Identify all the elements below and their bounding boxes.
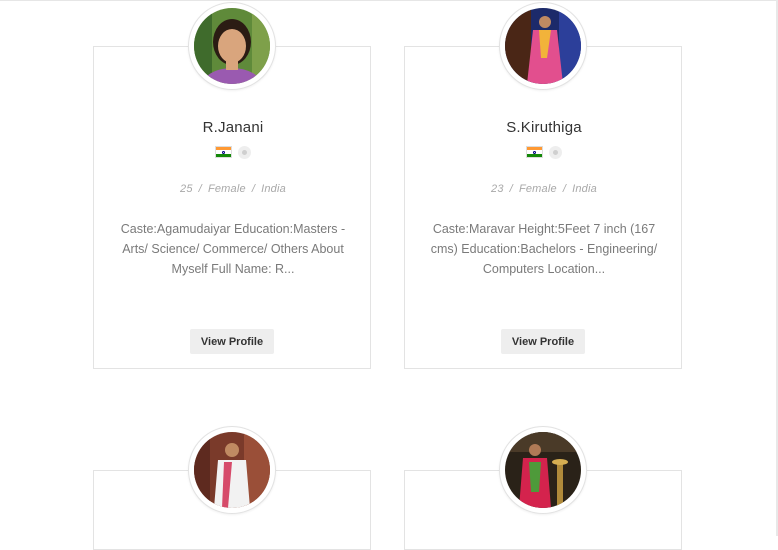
profile-icons (405, 145, 683, 159)
profile-name[interactable]: R.Janani (94, 119, 372, 136)
profile-gender: Female (207, 183, 246, 195)
profile-meta: 23 / Female / India (405, 183, 683, 195)
top-edge (0, 0, 778, 1)
woman-portrait-photo (194, 8, 270, 84)
profile-photo[interactable] (499, 426, 587, 514)
profile-name[interactable]: S.Kiruthiga (405, 119, 683, 136)
profile-photo[interactable] (188, 2, 276, 90)
profile-card: S.Kiruthiga 23 / Female / India Caste:Marava… (404, 46, 682, 369)
woman-with-lamp-photo (505, 432, 581, 508)
profile-country: India (572, 183, 597, 195)
view-profile-button[interactable]: View Profile (501, 329, 585, 354)
profile-description: Caste:Agamudaiyar Education:Masters - Ar… (120, 222, 346, 276)
woman-in-white-saree-photo (194, 432, 270, 508)
meta-separator: / (509, 183, 513, 195)
meta-separator: / (562, 183, 567, 195)
view-profile-button[interactable]: View Profile (190, 329, 274, 354)
profile-age: 25 (180, 183, 193, 195)
profile-age: 23 (491, 183, 504, 195)
offline-status-icon (549, 145, 562, 159)
profile-photo[interactable] (499, 2, 587, 90)
india-flag-icon (215, 146, 232, 158)
profile-country: India (261, 183, 286, 195)
profile-photo[interactable] (188, 426, 276, 514)
profile-meta: 25 / Female / India (94, 183, 372, 195)
meta-separator: / (198, 183, 202, 195)
woman-in-saree-photo (505, 8, 581, 84)
profile-icons (94, 145, 372, 159)
india-flag-icon (526, 146, 543, 158)
offline-status-icon (238, 145, 251, 159)
profile-card: R.Janani 25 / Female / India Caste:Agamudaiy… (93, 46, 371, 369)
profile-description: Caste:Maravar Height:5Feet 7 inch (167 c… (430, 222, 658, 276)
meta-separator: / (251, 183, 256, 195)
profile-gender: Female (518, 183, 557, 195)
